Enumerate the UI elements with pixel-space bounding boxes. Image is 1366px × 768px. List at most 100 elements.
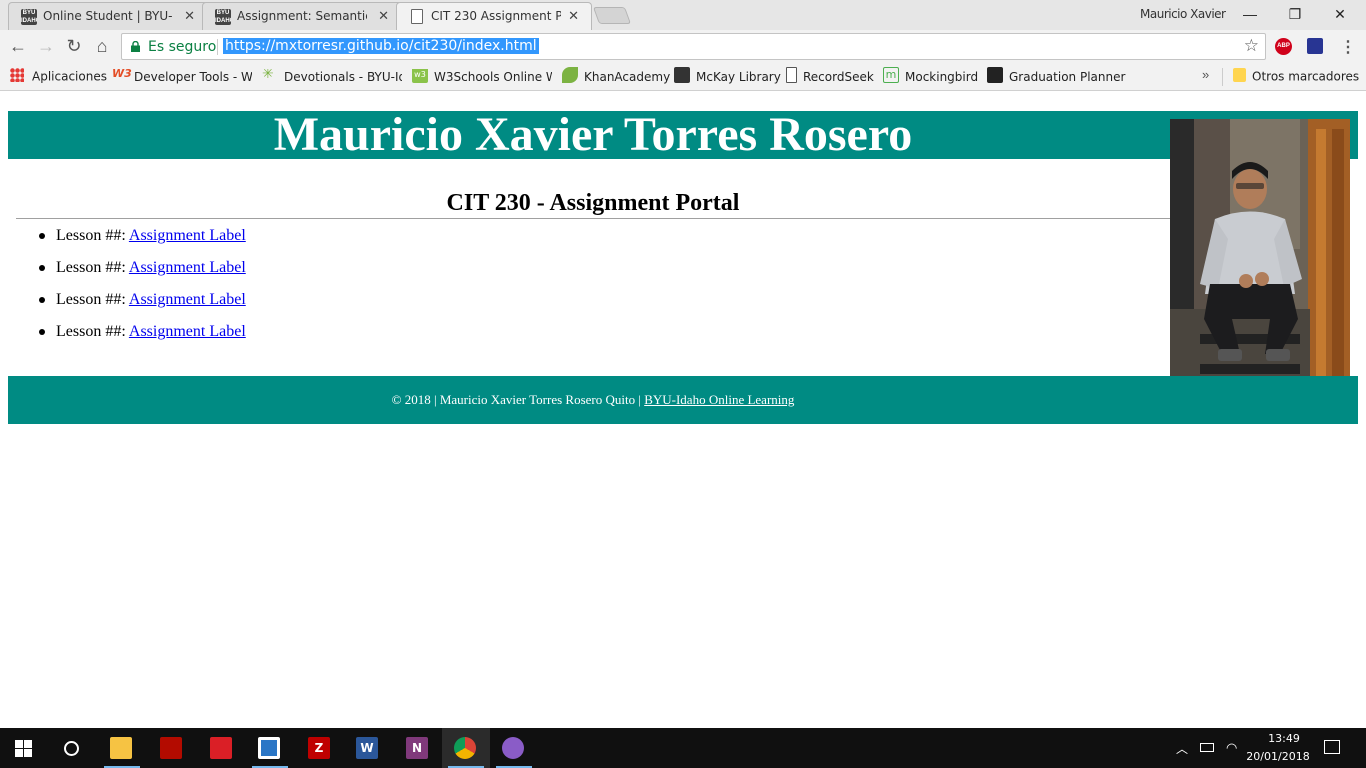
- list-item: Lesson ##: Assignment Label: [39, 290, 246, 322]
- tab-assignment-semantic[interactable]: BYUIDAHO Assignment: Semantic HT ✕: [202, 2, 402, 30]
- profile-photo-image: [1170, 119, 1350, 389]
- wifi-icon[interactable]: ◠: [1226, 740, 1237, 756]
- profile-name[interactable]: Mauricio Xavier: [1140, 7, 1226, 21]
- lock-icon: [131, 41, 140, 52]
- assignment-link[interactable]: Assignment Label: [129, 323, 246, 340]
- extension-icon[interactable]: [1307, 38, 1323, 54]
- taskbar-word[interactable]: W: [344, 728, 392, 768]
- lesson-list: Lesson ##: Assignment Label Lesson ##: A…: [39, 226, 246, 354]
- lesson-prefix: Lesson ##:: [56, 259, 129, 276]
- bookmark-developer-tools[interactable]: W3 Developer Tools - W3: [112, 69, 252, 85]
- file-explorer-icon: [110, 737, 132, 759]
- list-item: Lesson ##: Assignment Label: [39, 258, 246, 290]
- bookmark-recordseek[interactable]: RecordSeek: [786, 67, 874, 85]
- byu-idaho-icon: [987, 67, 1003, 83]
- back-arrow-icon[interactable]: ←: [6, 35, 30, 59]
- page-title: Mauricio Xavier Torres Rosero: [273, 108, 913, 161]
- bookmark-mckay-library[interactable]: McKay Library: [674, 67, 781, 85]
- bookmark-label: Aplicaciones: [32, 69, 107, 84]
- byu-idaho-online-link[interactable]: BYU-Idaho Online Learning: [644, 392, 794, 407]
- assignment-link[interactable]: Assignment Label: [129, 227, 246, 244]
- home-icon[interactable]: ⌂: [90, 35, 114, 59]
- bookmark-label: W3Schools Online W: [434, 70, 552, 84]
- windows-logo-icon: [15, 740, 32, 757]
- notifications-icon[interactable]: [1324, 740, 1340, 754]
- chevron-up-icon[interactable]: ︿: [1176, 740, 1188, 757]
- secure-label[interactable]: Es seguro: [148, 39, 216, 55]
- address-bar[interactable]: Es seguro https://mxtorresr.github.io/ci…: [121, 33, 1266, 60]
- assignment-link[interactable]: Assignment Label: [129, 291, 246, 308]
- bookmarks-overflow-button[interactable]: »: [1202, 67, 1209, 82]
- bookmark-mockingbird[interactable]: m Mockingbird: [883, 67, 978, 85]
- bookmark-graduation-planner[interactable]: Graduation Planner: [987, 67, 1126, 85]
- taskbar-github-desktop[interactable]: [490, 728, 538, 768]
- tab-strip: BYUIDAHO Online Student | BYU-Ida ✕ BYUI…: [0, 0, 1366, 31]
- brackets-icon: [258, 737, 280, 759]
- close-icon[interactable]: ✕: [184, 8, 195, 24]
- tab-title: Online Student | BYU-Ida: [43, 9, 173, 23]
- w3-icon: W3: [112, 69, 132, 80]
- bookmark-khanacademy[interactable]: KhanAcademy: [562, 67, 670, 85]
- bookmarks-bar: Aplicaciones W3 Developer Tools - W3 ✳ Dev…: [0, 63, 1366, 91]
- bookmark-label: Graduation Planner: [1009, 70, 1126, 84]
- url-input[interactable]: https://mxtorresr.github.io/cit230/index…: [223, 38, 539, 54]
- cortana-circle-icon: [64, 741, 79, 756]
- leaf-icon: [562, 67, 578, 83]
- close-window-button[interactable]: ✕: [1325, 4, 1355, 26]
- taskbar-filezilla[interactable]: Z: [296, 728, 344, 768]
- page-header: Mauricio Xavier Torres Rosero: [8, 108, 1358, 161]
- apps-grid-icon: [10, 67, 24, 82]
- web-page: Mauricio Xavier Torres Rosero CIT 230 - …: [0, 92, 1366, 728]
- tab-online-student[interactable]: BYUIDAHO Online Student | BYU-Ida ✕: [8, 2, 208, 30]
- search-button[interactable]: [48, 728, 96, 768]
- byu-idaho-icon: [674, 67, 690, 83]
- divider: [16, 218, 1170, 219]
- bookmark-star-icon[interactable]: ☆: [1244, 36, 1259, 56]
- close-icon[interactable]: ✕: [568, 8, 579, 24]
- reload-icon[interactable]: ↻: [62, 35, 86, 59]
- clock-date[interactable]: 20/01/2018: [1246, 750, 1310, 763]
- windows-taskbar: Z W N ︿ ◠: [0, 728, 1366, 768]
- document-icon: [786, 67, 797, 83]
- bookmark-apps[interactable]: Aplicaciones: [10, 67, 107, 85]
- bookmark-w3schools[interactable]: w3 W3Schools Online W: [412, 69, 552, 85]
- divider: [217, 39, 218, 55]
- start-button[interactable]: [0, 728, 48, 768]
- taskbar-acrobat[interactable]: [148, 728, 196, 768]
- filezilla-icon: Z: [308, 737, 330, 759]
- taskbar-onenote[interactable]: N: [394, 728, 442, 768]
- byu-idaho-icon: BYUIDAHO: [215, 9, 231, 25]
- taskbar-chrome[interactable]: [442, 728, 490, 768]
- forward-arrow-icon[interactable]: →: [34, 35, 58, 59]
- creative-cloud-icon: [210, 737, 232, 759]
- close-icon[interactable]: ✕: [378, 8, 389, 24]
- lesson-prefix: Lesson ##:: [56, 227, 129, 244]
- taskbar-creative-cloud[interactable]: [198, 728, 246, 768]
- chrome-menu-icon[interactable]: ⋮: [1340, 37, 1356, 57]
- bookmark-label: Developer Tools - W3: [134, 70, 252, 84]
- folder-icon: [1233, 67, 1246, 82]
- taskbar-file-explorer[interactable]: [98, 728, 146, 768]
- footer-text: © 2018 | Mauricio Xavier Torres Rosero Q…: [8, 392, 1178, 408]
- new-tab-button[interactable]: [592, 7, 632, 24]
- m-icon: m: [883, 67, 899, 83]
- adblock-plus-icon[interactable]: ABP: [1275, 38, 1292, 55]
- bookmark-label: Otros marcadores: [1252, 69, 1360, 84]
- lesson-prefix: Lesson ##:: [56, 291, 129, 308]
- bookmark-label: Devotionals - BYU-Id: [284, 70, 402, 84]
- bookmark-label: RecordSeek: [803, 70, 874, 84]
- restore-button[interactable]: ❐: [1280, 4, 1310, 26]
- onenote-icon: N: [406, 737, 428, 759]
- bookmark-devotionals[interactable]: ✳ Devotionals - BYU-Id: [262, 69, 402, 85]
- battery-icon[interactable]: [1200, 743, 1214, 752]
- clock-time[interactable]: 13:49: [1264, 732, 1304, 745]
- assignment-link[interactable]: Assignment Label: [129, 259, 246, 276]
- document-icon: [411, 9, 423, 24]
- byu-idaho-icon: BYUIDAHO: [21, 9, 37, 25]
- bookmark-other-folder[interactable]: Otros marcadores: [1233, 67, 1360, 85]
- bookmark-label: McKay Library: [696, 70, 781, 84]
- taskbar-brackets[interactable]: [246, 728, 294, 768]
- tab-cit230-portal[interactable]: CIT 230 Assignment Port ✕: [396, 2, 592, 31]
- lesson-prefix: Lesson ##:: [56, 323, 129, 340]
- minimize-button[interactable]: —: [1235, 4, 1265, 26]
